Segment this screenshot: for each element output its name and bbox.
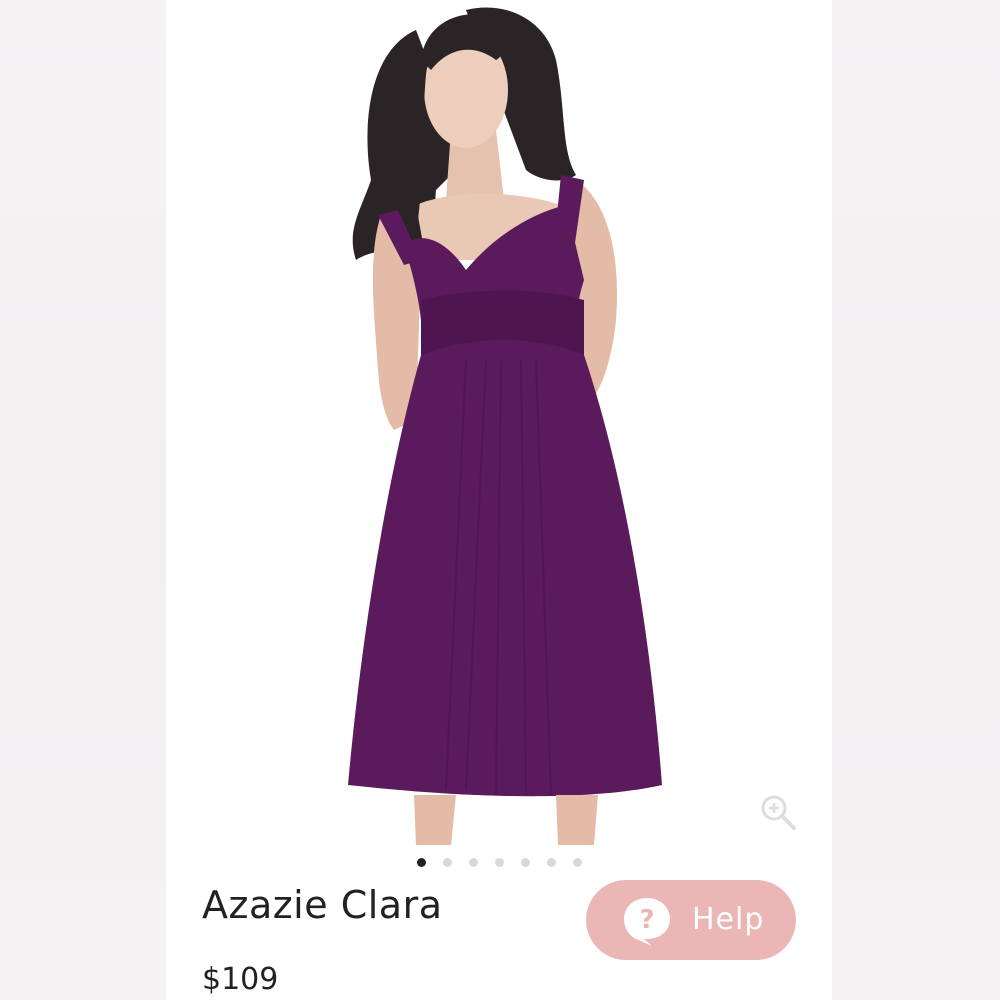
- gallery-dot[interactable]: [520, 858, 530, 867]
- background-blur-left: [0, 0, 166, 1000]
- gallery-dot[interactable]: [468, 858, 478, 867]
- product-card: Azazie Clara $109 ? Help: [166, 0, 832, 1000]
- gallery-dot[interactable]: [494, 858, 504, 867]
- gallery-dot[interactable]: [546, 858, 556, 867]
- help-button[interactable]: ? Help: [586, 880, 796, 960]
- svg-text:?: ?: [639, 905, 654, 935]
- product-title: Azazie Clara: [202, 883, 443, 927]
- help-label: Help: [692, 902, 765, 937]
- background-blur-right: [832, 0, 1000, 1000]
- question-bubble-icon: ?: [624, 898, 670, 946]
- gallery-dot[interactable]: [572, 858, 582, 867]
- gallery-dot[interactable]: [442, 858, 452, 867]
- gallery-dot[interactable]: [416, 858, 426, 867]
- product-photo[interactable]: [166, 0, 832, 845]
- zoom-in-icon[interactable]: [758, 792, 798, 832]
- gallery-pagination: [166, 858, 832, 870]
- product-price: $109: [202, 962, 279, 997]
